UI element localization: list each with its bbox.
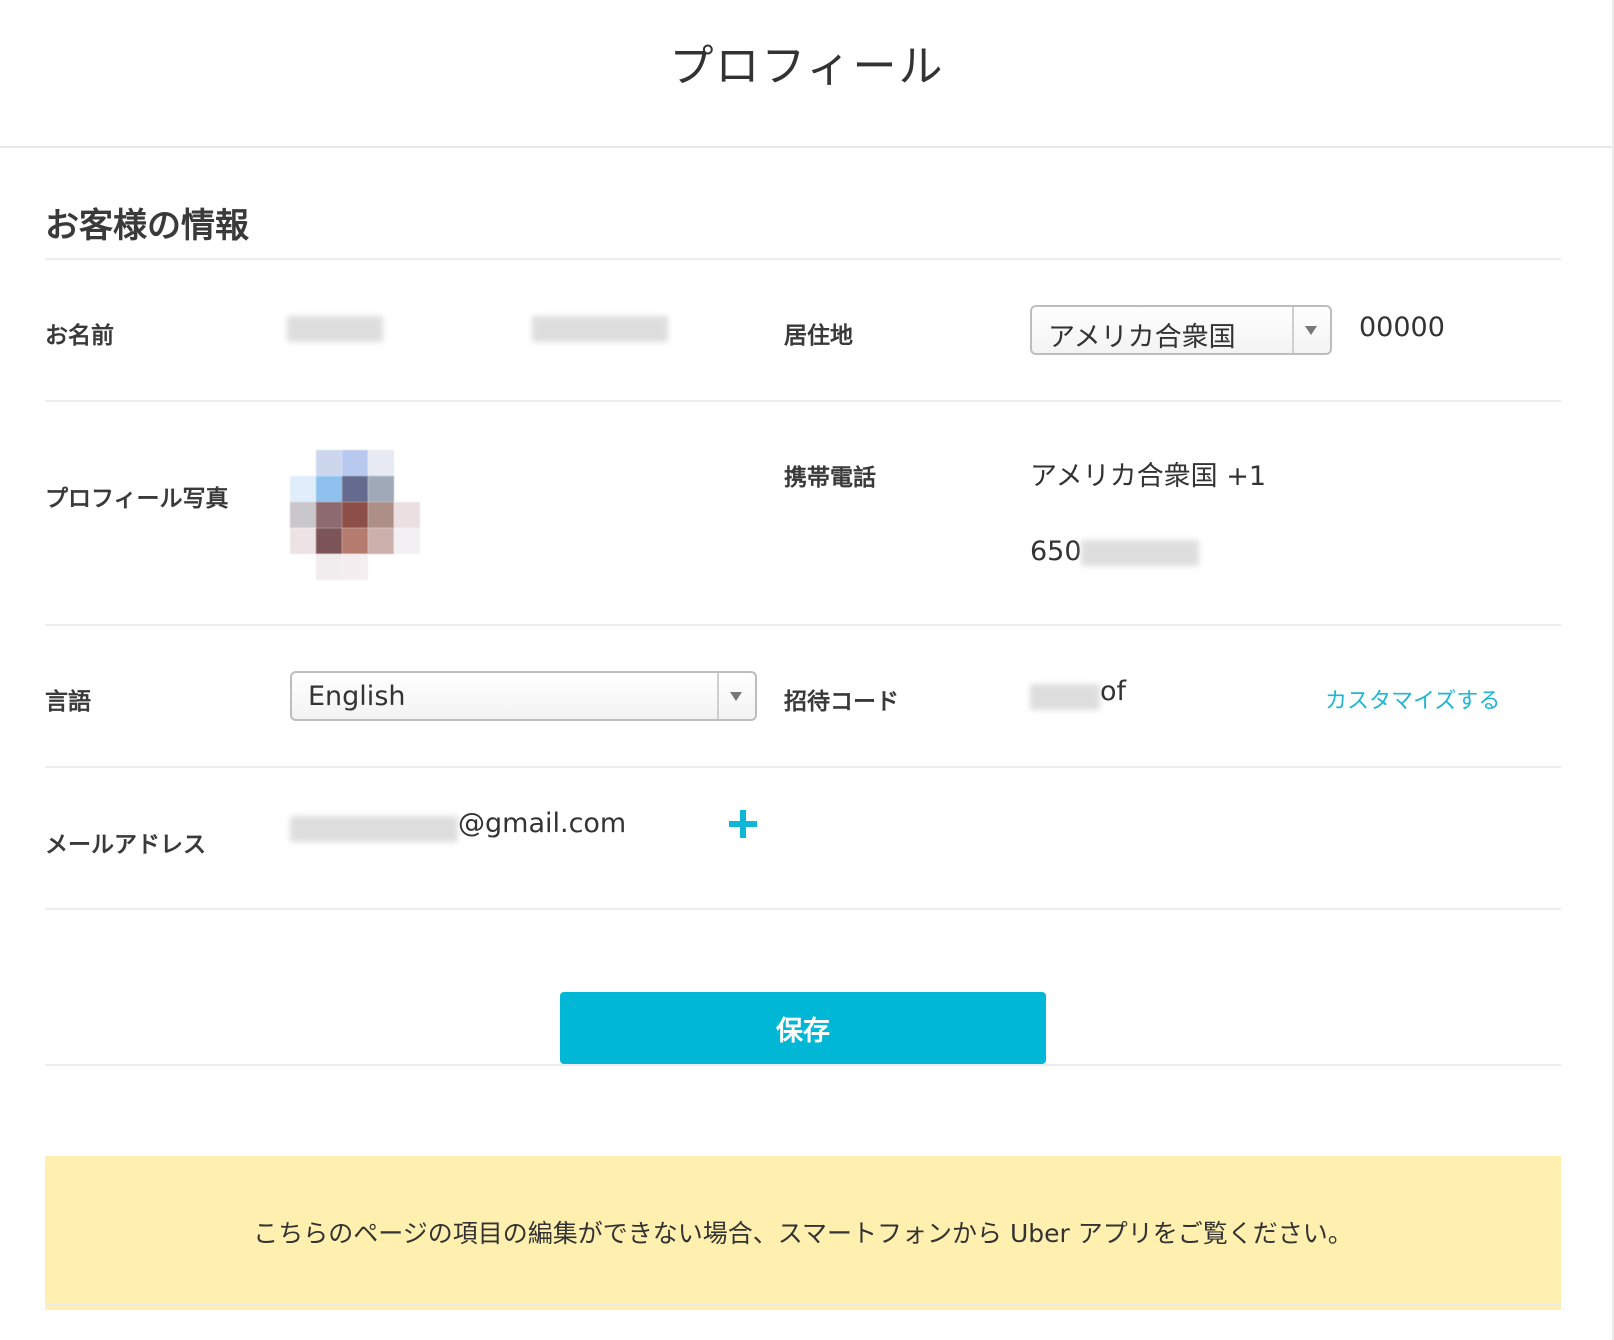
residence-select-value: アメリカ合衆国	[1048, 322, 1236, 353]
photo-pixel	[342, 528, 368, 554]
photo-pixel	[368, 528, 394, 554]
photo-pixel	[316, 476, 342, 502]
chevron-down-icon	[1305, 326, 1317, 335]
plus-icon[interactable]	[729, 810, 757, 838]
photo-pixel	[394, 528, 420, 554]
photo-pixel	[368, 450, 394, 476]
photo-pixel	[316, 554, 342, 580]
divider	[45, 1064, 1561, 1066]
first-name-field[interactable]	[287, 316, 383, 342]
page-header: プロフィール	[0, 0, 1614, 1340]
photo-pixel	[342, 476, 368, 502]
email-domain[interactable]: @gmail.com	[458, 808, 626, 839]
phone-country[interactable]: アメリカ合衆国 +1	[1030, 454, 1266, 493]
phone-number-field[interactable]	[1081, 540, 1199, 566]
profile-photo[interactable]	[290, 450, 422, 582]
invite-code-suffix: of	[1100, 676, 1127, 707]
name-label: お名前	[45, 323, 114, 349]
photo-pixel	[316, 502, 342, 528]
postal-code-field[interactable]: 00000	[1359, 312, 1445, 343]
photo-pixel	[342, 450, 368, 476]
language-select-value: English	[308, 681, 406, 712]
residence-select-toggle[interactable]	[1292, 307, 1330, 353]
divider	[45, 624, 1561, 626]
photo-pixel	[394, 502, 420, 528]
divider	[45, 400, 1561, 402]
photo-pixel	[290, 502, 316, 528]
email-local-part[interactable]	[290, 816, 458, 842]
section-title: お客様の情報	[45, 206, 249, 246]
photo-pixel	[368, 502, 394, 528]
customize-invite-link[interactable]: カスタマイズする	[1325, 683, 1500, 715]
divider	[45, 1304, 1561, 1306]
photo-pixel	[290, 528, 316, 554]
email-label: メールアドレス	[45, 832, 206, 858]
divider	[45, 258, 1561, 260]
invite-code-blurred	[1030, 684, 1100, 710]
notice-text: こちらのページの項目の編集ができない場合、スマートフォンから Uber アプリを…	[253, 1219, 1353, 1248]
residence-select[interactable]: アメリカ合衆国	[1030, 305, 1332, 355]
language-select-toggle[interactable]	[717, 673, 755, 719]
phone-label: 携帯電話	[784, 465, 876, 491]
language-label: 言語	[45, 689, 91, 715]
photo-pixel	[342, 554, 368, 580]
phone-number-prefix[interactable]: 650	[1030, 536, 1082, 567]
notice-banner: こちらのページの項目の編集ができない場合、スマートフォンから Uber アプリを…	[45, 1156, 1561, 1310]
photo-pixel	[316, 528, 342, 554]
save-button[interactable]: 保存	[560, 992, 1046, 1064]
photo-pixel	[290, 476, 316, 502]
divider	[45, 908, 1561, 910]
residence-label: 居住地	[784, 323, 853, 349]
photo-pixel	[342, 502, 368, 528]
language-select[interactable]: English	[290, 671, 757, 721]
divider	[45, 766, 1561, 768]
last-name-field[interactable]	[532, 316, 668, 342]
invite-code-label: 招待コード	[784, 689, 899, 715]
chevron-down-icon	[730, 692, 742, 701]
page-title: プロフィール	[669, 41, 945, 92]
photo-pixel	[316, 450, 342, 476]
photo-label: プロフィール写真	[45, 486, 229, 512]
photo-pixel	[368, 476, 394, 502]
